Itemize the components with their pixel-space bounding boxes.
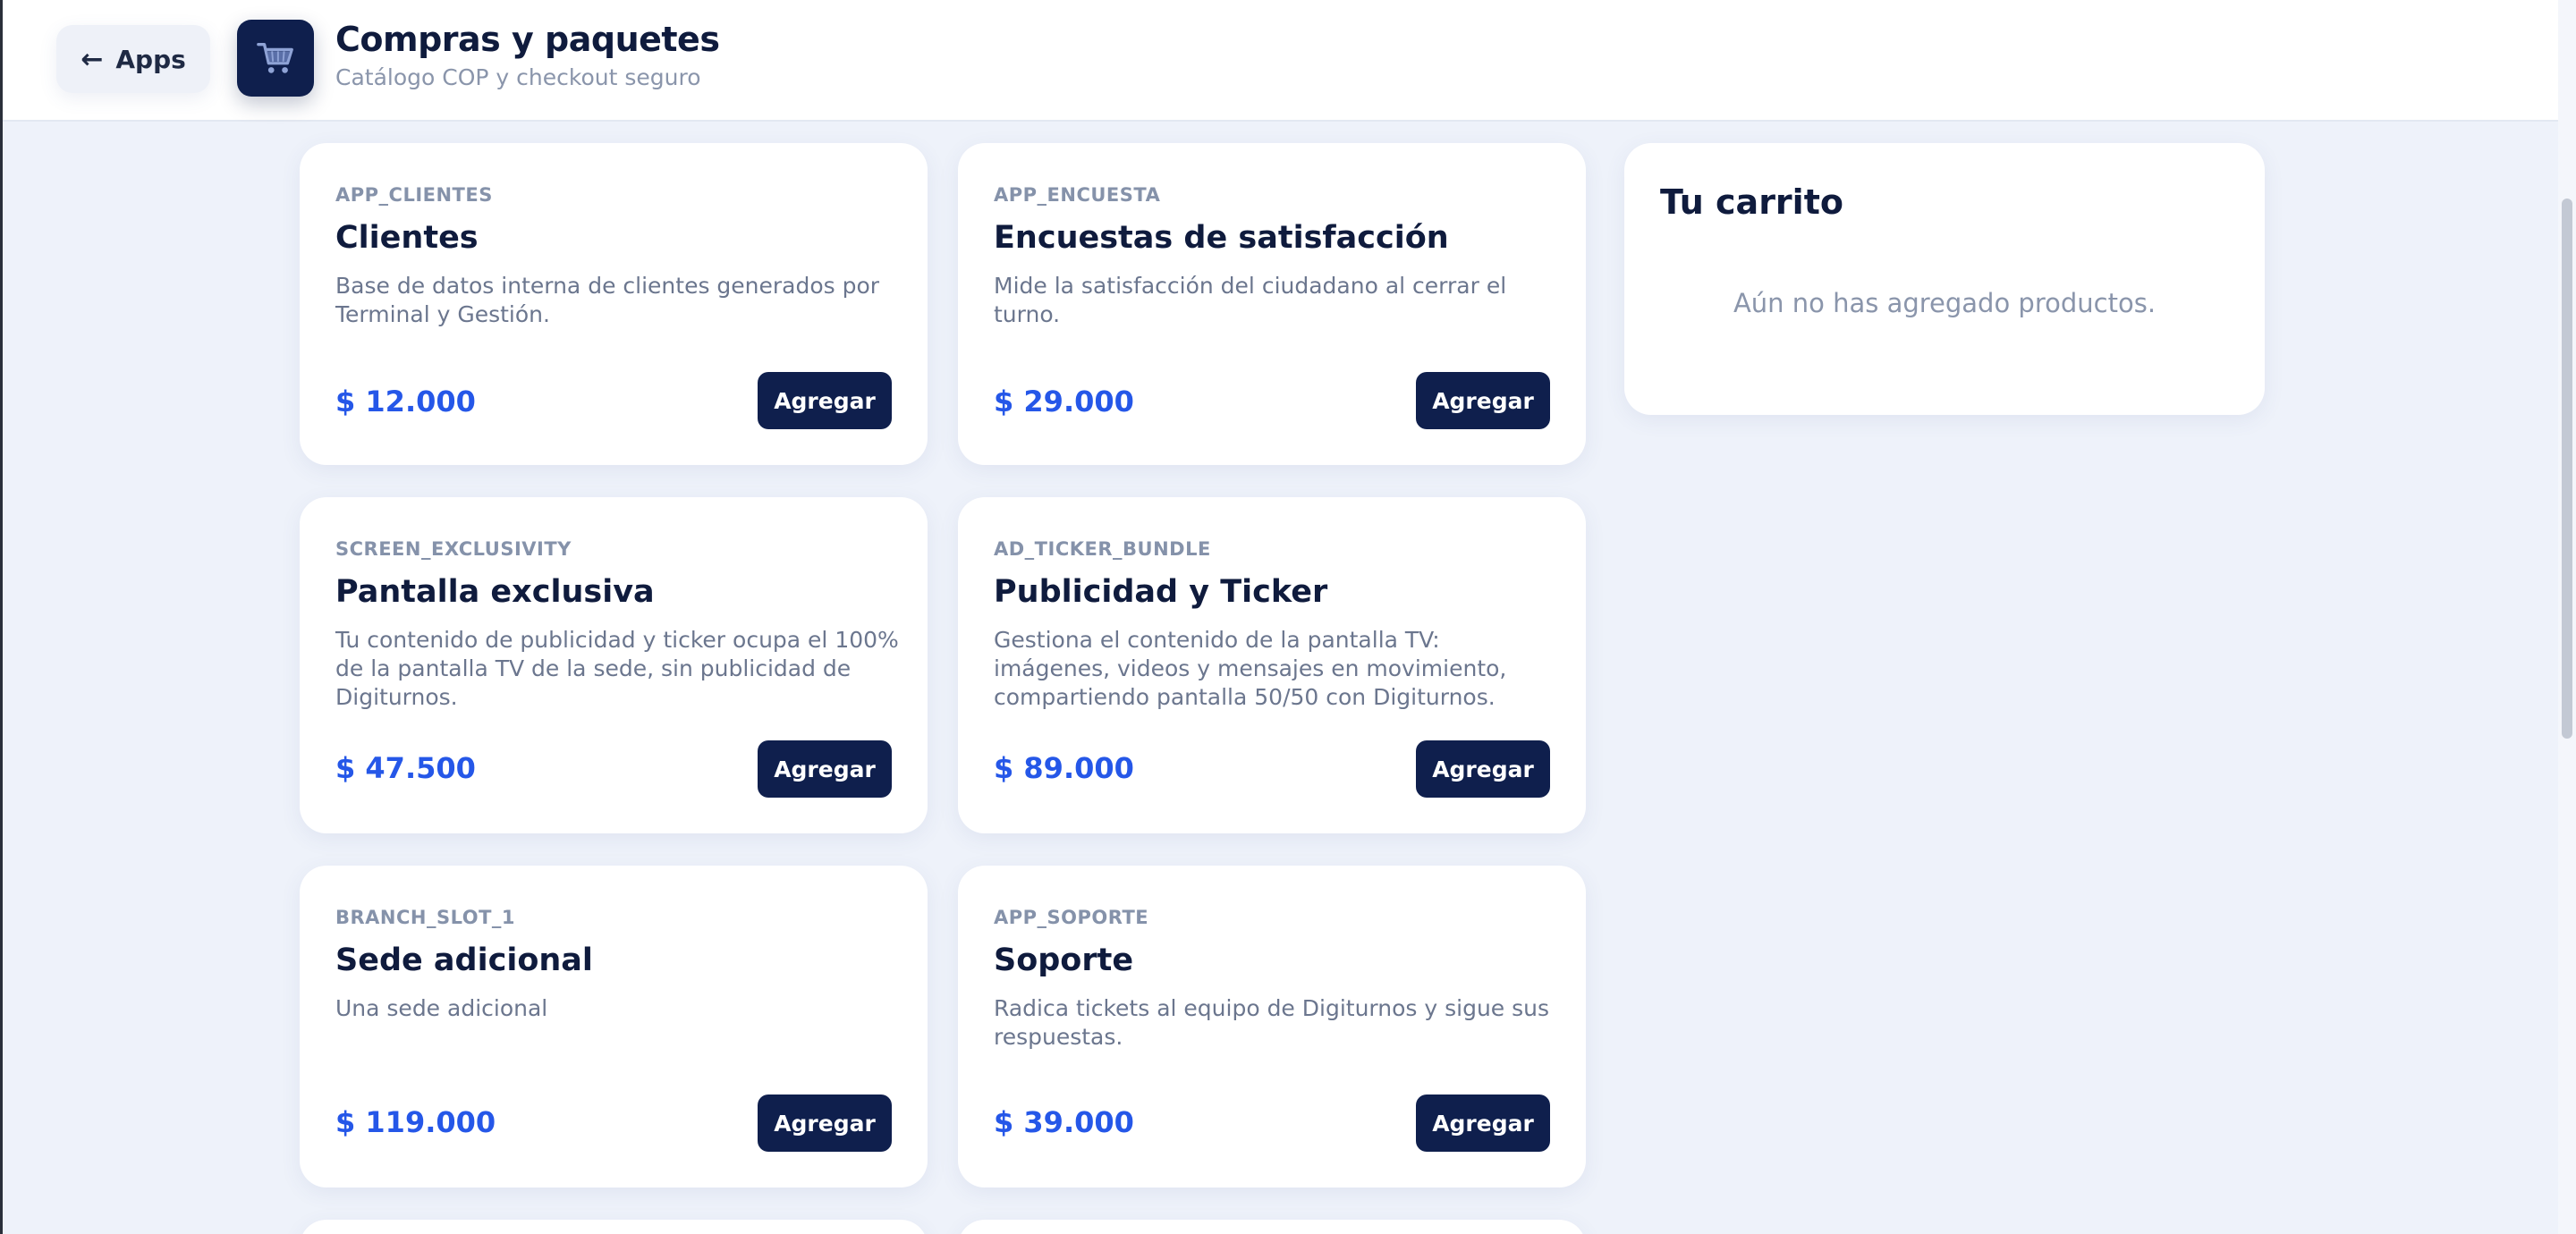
add-to-cart-button[interactable]: Agregar bbox=[1416, 1095, 1550, 1152]
arrow-left-icon: ← bbox=[80, 43, 104, 75]
page-subtitle: Catálogo COP y checkout seguro bbox=[335, 64, 701, 90]
product-name: Encuestas de satisfacción bbox=[994, 220, 1449, 256]
cart-title: Tu carrito bbox=[1660, 182, 1843, 222]
product-price: $ 47.500 bbox=[335, 751, 476, 785]
back-button-label: Apps bbox=[115, 44, 186, 74]
product-description: Una sede adicional bbox=[335, 995, 548, 1021]
window-edge bbox=[0, 0, 3, 1234]
product-code: APP_SOPORTE bbox=[994, 907, 1149, 928]
product-card-pantalla-exclusiva: SCREEN_EXCLUSIVITY Pantalla exclusiva Tu… bbox=[300, 497, 928, 833]
product-card-clientes: APP_CLIENTES Clientes Base de datos inte… bbox=[300, 143, 928, 465]
add-to-cart-button[interactable]: Agregar bbox=[758, 372, 892, 429]
product-price: $ 12.000 bbox=[335, 385, 476, 418]
product-card-sede-adicional: BRANCH_SLOT_1 Sede adicional Una sede ad… bbox=[300, 866, 928, 1188]
top-bar: ← Apps Compras y paquetes Catálogo COP y… bbox=[3, 0, 2558, 122]
product-code: AD_TICKER_BUNDLE bbox=[994, 538, 1211, 560]
product-card-publicidad-ticker: AD_TICKER_BUNDLE Publicidad y Ticker Ges… bbox=[958, 497, 1586, 833]
shopping-cart-icon bbox=[237, 20, 314, 97]
add-to-cart-button[interactable]: Agregar bbox=[1416, 740, 1550, 798]
product-description: Base de datos interna de clientes genera… bbox=[335, 273, 880, 327]
product-description: Gestiona el contenido de la pantalla TV:… bbox=[994, 627, 1507, 710]
cart-panel: Tu carrito Aún no has agregado productos… bbox=[1624, 143, 2265, 415]
product-price: $ 119.000 bbox=[335, 1105, 496, 1139]
product-name: Publicidad y Ticker bbox=[994, 574, 1328, 610]
product-price: $ 29.000 bbox=[994, 385, 1134, 418]
product-name: Clientes bbox=[335, 220, 479, 256]
product-code: APP_CLIENTES bbox=[335, 184, 493, 206]
product-code: BRANCH_SLOT_1 bbox=[335, 907, 516, 928]
product-name: Sede adicional bbox=[335, 942, 593, 978]
product-code: APP_ENCUESTA bbox=[994, 184, 1161, 206]
scrollbar-thumb[interactable] bbox=[2562, 199, 2572, 739]
add-to-cart-button[interactable]: Agregar bbox=[1416, 372, 1550, 429]
product-name: Pantalla exclusiva bbox=[335, 574, 655, 610]
product-card-soporte: APP_SOPORTE Soporte Radica tickets al eq… bbox=[958, 866, 1586, 1188]
page-title: Compras y paquetes bbox=[335, 20, 720, 59]
product-description: Tu contenido de publicidad y ticker ocup… bbox=[335, 627, 899, 710]
add-to-cart-button[interactable]: Agregar bbox=[758, 1095, 892, 1152]
product-price: $ 39.000 bbox=[994, 1105, 1134, 1139]
product-description: Radica tickets al equipo de Digiturnos y… bbox=[994, 995, 1550, 1050]
product-name: Soporte bbox=[994, 942, 1134, 978]
product-description: Mide la satisfacción del ciudadano al ce… bbox=[994, 273, 1507, 327]
add-to-cart-button[interactable]: Agregar bbox=[758, 740, 892, 798]
cart-empty-message: Aún no has agregado productos. bbox=[1733, 288, 2157, 318]
product-card-encuestas: APP_ENCUESTA Encuestas de satisfacción M… bbox=[958, 143, 1586, 465]
product-card-partial bbox=[300, 1220, 928, 1234]
product-code: SCREEN_EXCLUSIVITY bbox=[335, 538, 572, 560]
product-card-partial bbox=[958, 1220, 1586, 1234]
back-to-apps-button[interactable]: ← Apps bbox=[56, 25, 210, 93]
product-price: $ 89.000 bbox=[994, 751, 1134, 785]
